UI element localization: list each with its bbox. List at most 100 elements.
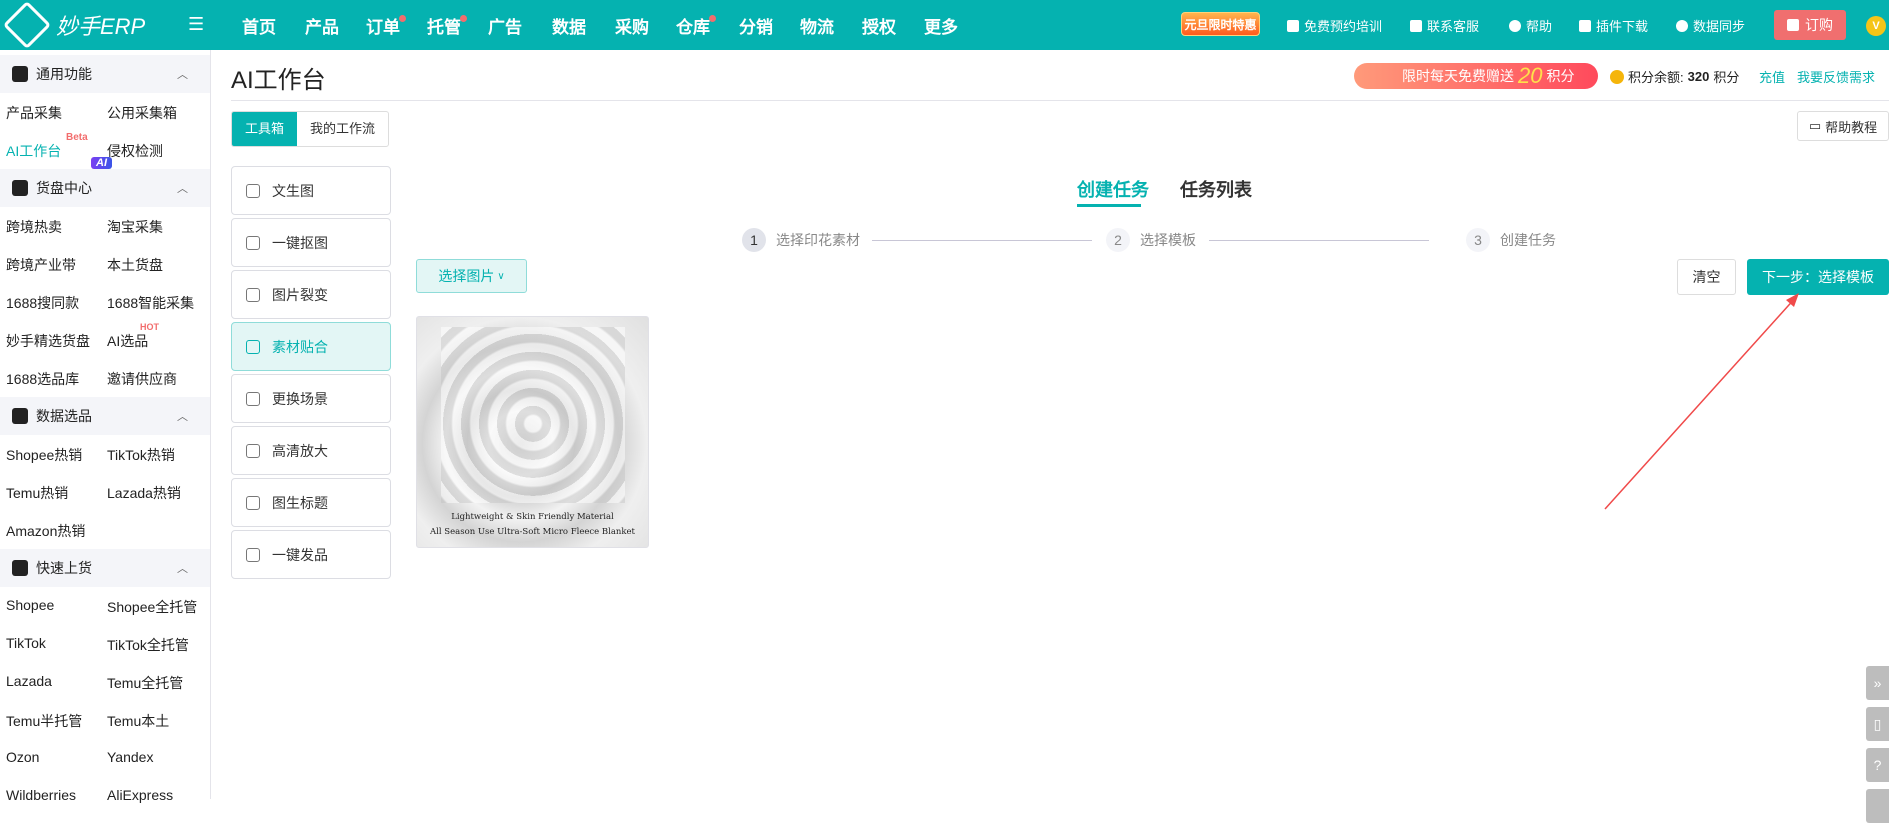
sidebar-item[interactable]: 侵权检测 (107, 141, 163, 161)
nav-item[interactable]: 托管 (427, 13, 467, 38)
recharge-link[interactable]: 充值 (1759, 67, 1785, 86)
nav-item[interactable]: 仓库 (676, 13, 716, 38)
nav-item[interactable]: 更多 (924, 13, 958, 38)
nav-item[interactable]: 采购 (615, 13, 649, 38)
tool-item[interactable]: 一键发品 (231, 530, 391, 579)
avatar[interactable]: V (1866, 16, 1886, 36)
nav-label: 广告 (488, 18, 522, 37)
sidebar-item[interactable]: Shopee (6, 597, 54, 613)
sidebar-item[interactable]: 妙手精选货盘 (6, 331, 90, 351)
logo[interactable]: 妙手ERP (2, 0, 145, 50)
sidebar-item[interactable]: 本土货盘 (107, 255, 163, 275)
sidebar-item[interactable]: Temu本土 (107, 711, 169, 731)
group-title: 快速上货 (36, 560, 92, 576)
feedback-link[interactable]: 我要反馈需求 (1797, 67, 1875, 86)
tool-item[interactable]: 文生图 (231, 166, 391, 215)
tab-my-workflow[interactable]: 我的工作流 (297, 112, 388, 146)
sidebar-item[interactable]: 公用采集箱 (107, 103, 177, 123)
training-link[interactable]: 免费预约培训 (1287, 16, 1382, 35)
print-material-image[interactable]: Lightweight & Skin Friendly Material All… (416, 316, 649, 548)
sidebar-item[interactable]: Temu全托管 (107, 673, 183, 693)
more-float-icon[interactable] (1866, 789, 1889, 823)
nav-item[interactable]: 广告 (488, 13, 522, 38)
sidebar-item[interactable]: Amazon热销 (6, 521, 85, 541)
sidebar-item[interactable]: Shopee全托管 (107, 597, 197, 617)
nav-label: 首页 (242, 18, 276, 37)
sidebar-item[interactable]: Ozon (6, 749, 39, 765)
menu-toggle-icon[interactable]: ☰ (188, 14, 204, 35)
sidebar-item[interactable]: TikTok全托管 (107, 635, 189, 655)
next-step-button[interactable]: 下一步：选择模板 (1747, 259, 1889, 295)
nav-item[interactable]: 数据 (552, 13, 586, 38)
banner-text: 限时每天免费赠送 (1402, 68, 1514, 84)
sidebar-group-header[interactable]: 货盘中心 ︿ AI (0, 157, 210, 207)
tab-task-list[interactable]: 任务列表 (1180, 176, 1252, 202)
sidebar-item[interactable]: Temu半托管 (6, 711, 82, 731)
help-book-icon[interactable]: ? (1866, 748, 1889, 782)
bag-icon (1787, 19, 1799, 31)
tool-icon (246, 547, 260, 562)
nav-item[interactable]: 授权 (862, 13, 896, 38)
tool-item[interactable]: 更换场景 (231, 374, 391, 423)
tab-create-task[interactable]: 创建任务 (1077, 176, 1149, 202)
sidebar-item[interactable]: Shopee热销 (6, 445, 82, 465)
step-3: 3 创建任务 (1466, 228, 1556, 252)
sidebar-item[interactable]: Wildberries (6, 787, 76, 803)
tab-toolbox[interactable]: 工具箱 (232, 112, 298, 146)
sidebar-item[interactable]: 1688搜同款 (6, 293, 79, 313)
sidebar-item[interactable]: Temu热销 (6, 483, 68, 503)
top-bar: 妙手ERP ☰ 首页 产品 订单 托管 广告 数据 采购 仓库 分销 物流 授权 更多 元旦限时特惠 … (0, 0, 1889, 50)
support-link[interactable]: 联系客服 (1410, 16, 1479, 35)
sidebar-item[interactable]: 邀请供应商 (107, 369, 177, 389)
nav-item[interactable]: 产品 (305, 13, 339, 38)
sidebar-item[interactable]: 1688选品库 (6, 369, 79, 389)
tool-item[interactable]: 一键抠图 (231, 218, 391, 267)
plugin-download-link[interactable]: 插件下载 (1579, 16, 1648, 35)
help-tutorial-button[interactable]: ▭ 帮助教程 (1797, 111, 1889, 141)
chevron-up-icon: ︿ (177, 69, 188, 81)
sidebar-item[interactable]: Lazada (6, 673, 52, 689)
sidebar-item[interactable]: AliExpress (107, 787, 173, 803)
support-label: 联系客服 (1427, 19, 1480, 34)
step-2: 2 选择模板 (1106, 228, 1196, 252)
tool-item[interactable]: 图片裂变 (231, 270, 391, 319)
nav-item[interactable]: 物流 (800, 13, 834, 38)
sidebar-item[interactable]: AI选品 (107, 331, 148, 351)
order-button[interactable]: 订购 (1774, 10, 1846, 40)
tool-item[interactable]: 图生标题 (231, 478, 391, 527)
sidebar-group-header[interactable]: 快速上货 ︿ (0, 549, 210, 587)
mobile-icon[interactable]: ▯ (1866, 707, 1889, 741)
data-sync-link[interactable]: 数据同步 (1676, 16, 1745, 35)
clear-button[interactable]: 清空 (1677, 259, 1736, 295)
free-points-banner[interactable]: 限时每天免费赠送 20 积分 (1354, 63, 1598, 89)
select-image-dropdown[interactable]: 选择图片 ∨ (416, 259, 527, 293)
sidebar-item[interactable]: Lazada热销 (107, 483, 181, 503)
sidebar-item[interactable]: 1688智能采集 (107, 293, 194, 313)
help-link[interactable]: 帮助 (1509, 16, 1552, 35)
sidebar-item[interactable]: 跨境热卖 (6, 217, 62, 237)
hot-badge: HOT (140, 322, 159, 332)
sidebar-group-header[interactable]: 通用功能 ︿ (0, 55, 210, 93)
sidebar-item[interactable]: 产品采集 (6, 103, 62, 123)
help-label: 帮助 (1526, 19, 1553, 34)
nav-item[interactable]: 订单 (366, 13, 406, 38)
tool-label: 更换场景 (272, 390, 328, 407)
tool-item[interactable]: 素材贴合 (231, 322, 391, 371)
nav-item[interactable]: 分销 (739, 13, 773, 38)
sidebar-item[interactable]: AI工作台 (6, 141, 61, 161)
sidebar-item[interactable]: TikTok热销 (107, 445, 175, 465)
sidebar-item[interactable]: Yandex (107, 749, 153, 765)
sidebar-item[interactable]: 跨境产业带 (6, 255, 76, 275)
tool-icon (246, 391, 260, 406)
tool-icon (246, 287, 260, 302)
nav-item[interactable]: 首页 (242, 13, 276, 38)
step-connector (1209, 240, 1429, 241)
new-year-promo-button[interactable]: 元旦限时特惠 (1181, 12, 1260, 36)
sidebar-item[interactable]: 淘宝采集 (107, 217, 163, 237)
collapse-icon[interactable]: » (1866, 666, 1889, 700)
image-caption-line-1: Lightweight & Skin Friendly Material (451, 512, 614, 522)
select-image-label: 选择图片 (438, 268, 495, 284)
sidebar-item[interactable]: TikTok (6, 635, 46, 651)
tool-item[interactable]: 高清放大 (231, 426, 391, 475)
sidebar-group-header[interactable]: 数据选品 ︿ (0, 397, 210, 435)
